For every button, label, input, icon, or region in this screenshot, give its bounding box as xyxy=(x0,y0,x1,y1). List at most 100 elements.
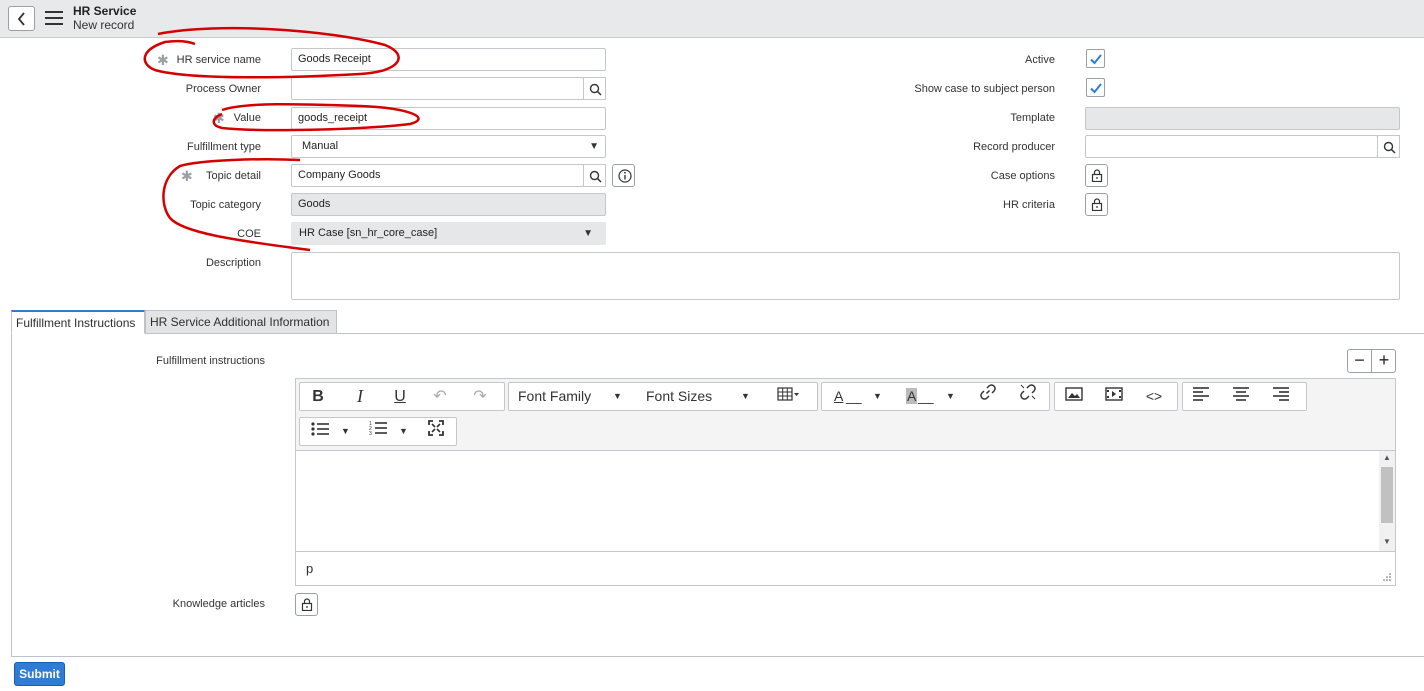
chevron-down-icon[interactable]: ▼ xyxy=(341,418,350,445)
editor-content-area[interactable]: ▲ ▼ xyxy=(296,450,1395,551)
hr-service-name-label: HR service name xyxy=(176,54,261,66)
background-color-button[interactable]: A xyxy=(906,388,918,404)
text-color-swatch: __ xyxy=(846,388,862,404)
list-group: ▼ 123 ▼ xyxy=(299,417,457,446)
fulfillment-type-select[interactable]: Manual ▼ xyxy=(291,135,606,158)
code-icon[interactable]: <> xyxy=(1139,383,1169,410)
coe-label: COE xyxy=(237,228,261,240)
numbered-list-icon[interactable]: 123 xyxy=(364,418,392,445)
case-options-label: Case options xyxy=(990,170,1055,182)
hr-service-name-input[interactable]: Goods Receipt xyxy=(291,48,606,71)
description-label: Description xyxy=(205,257,261,269)
chevron-down-icon[interactable]: ▼ xyxy=(399,418,408,445)
fulfillment-instructions-label: Fulfillment instructions xyxy=(156,355,265,367)
scroll-up-icon[interactable]: ▲ xyxy=(1383,453,1391,462)
align-left-icon[interactable] xyxy=(1187,383,1215,410)
scroll-down-icon[interactable]: ▼ xyxy=(1383,537,1391,546)
expand-editor-button[interactable]: + xyxy=(1372,350,1396,372)
back-button[interactable] xyxy=(8,6,35,31)
color-link-group: A __ ▼ A __ ▼ xyxy=(821,382,1050,411)
record-producer-input[interactable] xyxy=(1085,135,1378,158)
menu-icon[interactable] xyxy=(45,11,63,25)
italic-button[interactable]: I xyxy=(346,383,374,410)
knowledge-articles-label: Knowledge articles xyxy=(172,598,265,610)
font-family-select[interactable]: Font Family xyxy=(518,383,591,410)
submit-button[interactable]: Submit xyxy=(14,662,65,686)
text-color-button[interactable]: A xyxy=(834,383,843,410)
search-icon xyxy=(1383,141,1396,154)
bold-button[interactable]: B xyxy=(304,383,332,410)
info-icon xyxy=(618,169,632,183)
hr-criteria-label: HR criteria xyxy=(1003,199,1055,211)
case-options-unlock-button[interactable] xyxy=(1085,164,1108,187)
show-case-checkbox[interactable] xyxy=(1086,78,1105,97)
chevron-down-icon: ▼ xyxy=(589,141,599,152)
link-icon[interactable] xyxy=(974,383,1002,410)
redo-icon[interactable]: ↷ xyxy=(466,383,494,410)
element-path[interactable]: p xyxy=(306,561,313,576)
topic-category-label: Topic category xyxy=(190,199,261,211)
value-label: Value xyxy=(233,112,261,124)
topic-detail-info-button[interactable] xyxy=(612,164,635,187)
video-icon[interactable] xyxy=(1099,383,1129,410)
chevron-down-icon: ▼ xyxy=(946,391,955,401)
chevron-down-icon: ▼ xyxy=(873,391,882,401)
coe-select[interactable]: HR Case [sn_hr_core_case] ▼ xyxy=(291,222,606,245)
tab-fulfillment-instructions[interactable]: Fulfillment Instructions xyxy=(11,310,145,334)
coe-value: HR Case [sn_hr_core_case] xyxy=(299,227,438,239)
editor-toolbar-row-2: ▼ 123 ▼ xyxy=(296,414,1395,450)
editor-scrollbar[interactable]: ▲ ▼ xyxy=(1379,451,1395,551)
scroll-thumb[interactable] xyxy=(1381,467,1393,523)
form-title: HR Service xyxy=(73,4,137,18)
align-right-icon[interactable] xyxy=(1267,383,1295,410)
underline-button[interactable]: U xyxy=(386,383,414,410)
align-center-icon[interactable] xyxy=(1227,383,1255,410)
form-subtitle: New record xyxy=(73,18,135,32)
chevron-down-icon: ▼ xyxy=(613,391,622,401)
lock-icon xyxy=(1091,169,1103,182)
form-header: HR Service New record xyxy=(0,0,1424,38)
process-owner-input[interactable] xyxy=(291,77,584,100)
svg-text:3: 3 xyxy=(369,431,372,436)
check-icon xyxy=(1090,83,1102,94)
topic-detail-lookup-button[interactable] xyxy=(583,164,606,187)
bullet-list-icon[interactable] xyxy=(306,418,334,445)
chevron-down-icon: ▼ xyxy=(741,391,750,401)
check-icon xyxy=(1090,54,1102,65)
topic-detail-label: Topic detail xyxy=(205,170,261,182)
unlink-icon[interactable] xyxy=(1014,383,1042,410)
search-icon xyxy=(589,83,602,96)
lock-icon xyxy=(1091,198,1103,211)
fullscreen-icon[interactable] xyxy=(422,418,450,445)
description-textarea[interactable] xyxy=(291,252,1400,300)
hr-criteria-unlock-button[interactable] xyxy=(1085,193,1108,216)
search-icon xyxy=(589,170,602,183)
knowledge-articles-unlock-button[interactable] xyxy=(295,593,318,616)
collapse-editor-button[interactable]: − xyxy=(1348,350,1372,372)
record-producer-lookup-button[interactable] xyxy=(1377,135,1400,158)
resize-handle-icon[interactable] xyxy=(1382,572,1391,581)
topic-detail-input[interactable]: Company Goods xyxy=(291,164,584,187)
lock-icon xyxy=(301,598,313,611)
template-input xyxy=(1085,107,1400,130)
fulfillment-type-label: Fulfillment type xyxy=(187,141,261,153)
tab-hr-service-additional-information[interactable]: HR Service Additional Information xyxy=(145,310,337,334)
undo-icon[interactable]: ↶ xyxy=(426,383,454,410)
active-checkbox[interactable] xyxy=(1086,49,1105,68)
background-color-swatch: __ xyxy=(918,388,934,404)
align-group xyxy=(1182,382,1307,411)
format-group: B I U ↶ ↷ xyxy=(299,382,505,411)
process-owner-label: Process Owner xyxy=(185,83,261,95)
topic-category-input: Goods xyxy=(291,193,606,216)
font-group: Font Family ▼ Font Sizes ▼ xyxy=(508,382,818,411)
table-icon[interactable] xyxy=(773,383,803,410)
font-sizes-select[interactable]: Font Sizes xyxy=(646,383,712,410)
process-owner-lookup-button[interactable] xyxy=(583,77,606,100)
value-input[interactable]: goods_receipt xyxy=(291,107,606,130)
image-icon[interactable] xyxy=(1059,383,1089,410)
media-group: <> xyxy=(1054,382,1178,411)
back-icon xyxy=(17,12,25,26)
active-label: Active xyxy=(1025,54,1055,66)
chevron-down-icon: ▼ xyxy=(583,228,593,239)
editor-size-controls: − + xyxy=(1347,349,1396,373)
